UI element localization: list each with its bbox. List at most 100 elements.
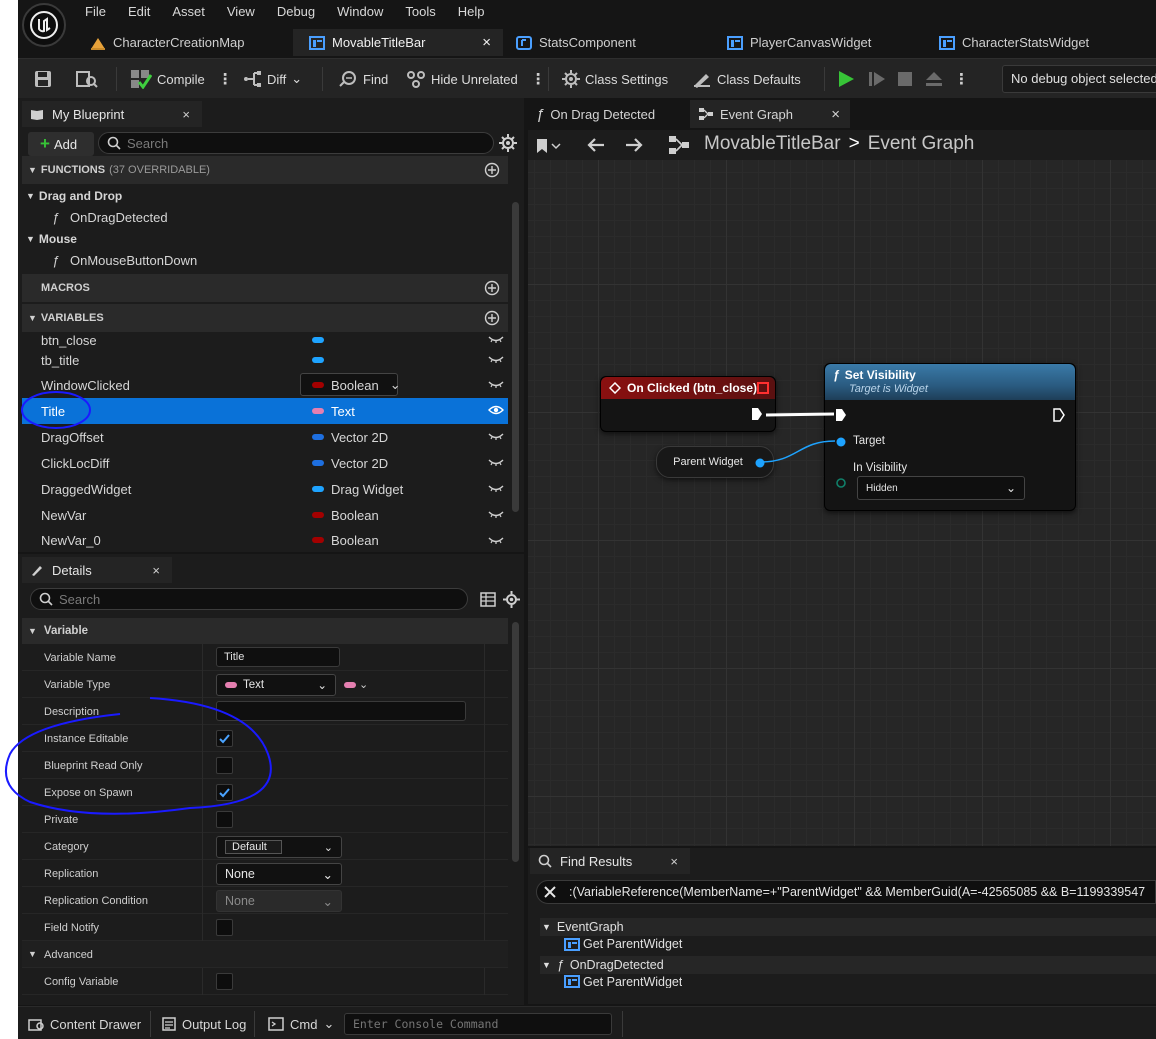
find-query-input[interactable]: :(VariableReference(MemberName=+"ParentW…	[536, 880, 1156, 904]
breadcrumb-root[interactable]: MovableTitleBar	[704, 133, 841, 155]
functions-count: (37 OVERRIDABLE)	[109, 164, 210, 176]
menu-debug[interactable]: Debug	[266, 0, 326, 24]
result-item[interactable]: Get ParentWidget	[564, 975, 682, 988]
tab-my-blueprint[interactable]: My Blueprint ×	[22, 101, 202, 127]
menu-window[interactable]: Window	[326, 0, 394, 24]
clear-x-icon[interactable]	[543, 885, 557, 899]
find-results-panel: Find Results × :(VariableReference(Membe…	[528, 848, 1156, 1004]
advanced-section-header[interactable]: ▼ Advanced	[22, 941, 508, 968]
table-view-icon[interactable]	[480, 592, 496, 607]
settings-gear-icon[interactable]	[503, 591, 520, 608]
hide-unrelated-options-icon[interactable]: ⋮	[531, 70, 546, 88]
menu-file[interactable]: File	[74, 0, 117, 24]
forward-arrow-icon[interactable]	[624, 136, 644, 154]
eye-closed-icon[interactable]	[488, 509, 504, 519]
event-graph-canvas[interactable]: On Clicked (btn_close) Parent Widget ƒ S…	[528, 98, 1156, 846]
config-variable-checkbox[interactable]	[216, 973, 233, 990]
output-log-button[interactable]: Output Log	[162, 1013, 246, 1035]
replication-dropdown[interactable]: None ⌄	[216, 863, 342, 885]
tab-characterstatswidget[interactable]: CharacterStatsWidget	[923, 29, 1143, 56]
eye-closed-icon[interactable]	[488, 483, 504, 493]
container-type-dropdown[interactable]: ⌄	[344, 678, 368, 691]
close-icon[interactable]: ×	[182, 107, 190, 122]
close-icon[interactable]: ×	[831, 106, 840, 123]
variable-type-dropdown[interactable]: Text ⌄	[216, 674, 336, 696]
variable-name-field[interactable]: Title	[216, 647, 340, 667]
details-scrollbar[interactable]	[512, 622, 519, 862]
result-item[interactable]: Get ParentWidget	[564, 937, 682, 951]
menu-edit[interactable]: Edit	[117, 0, 161, 24]
close-icon[interactable]: ×	[670, 854, 678, 869]
event-graph-icon	[668, 135, 690, 155]
function-onmousebuttondown[interactable]: ƒ OnMouseButtonDown	[22, 247, 508, 273]
add-macro-icon[interactable]	[484, 280, 500, 296]
tab-statscomponent[interactable]: StatsComponent	[500, 29, 710, 56]
menu-asset[interactable]: Asset	[161, 0, 216, 24]
category-combo[interactable]: Default ⌄	[216, 836, 342, 858]
class-settings-button[interactable]: Class Settings	[562, 67, 668, 91]
blueprint-search-input[interactable]: Search	[98, 132, 494, 154]
back-arrow-icon[interactable]	[586, 136, 606, 154]
variable-draggedwidget[interactable]: DraggedWidget Drag Widget	[22, 476, 508, 502]
variable-btn-close[interactable]: btn_close	[22, 330, 508, 350]
details-search-input[interactable]: Search	[30, 588, 468, 610]
bookmark-icon[interactable]	[536, 138, 562, 154]
debug-object-selector[interactable]: No debug object selected	[1002, 65, 1156, 93]
my-blueprint-scrollbar[interactable]	[512, 202, 519, 512]
menu-tools[interactable]: Tools	[394, 0, 446, 24]
eye-closed-icon[interactable]	[488, 457, 504, 467]
eye-closed-icon[interactable]	[488, 354, 504, 364]
cmd-button[interactable]: Cmd ⌄	[268, 1013, 334, 1035]
result-group-ondragdetected[interactable]: ▼ ƒ OnDragDetected	[540, 956, 1156, 974]
save-button[interactable]	[34, 67, 52, 91]
close-icon[interactable]: ×	[152, 563, 160, 578]
play-options-button[interactable]: ⋮	[954, 67, 969, 91]
menu-view[interactable]: View	[216, 0, 266, 24]
close-icon[interactable]: ×	[482, 34, 491, 51]
compile-button[interactable]: Compile ⋮	[130, 67, 233, 91]
step-button[interactable]	[868, 67, 886, 91]
settings-gear-icon[interactable]	[499, 134, 517, 152]
class-defaults-button[interactable]: Class Defaults	[692, 67, 801, 91]
field-notify-checkbox[interactable]	[216, 919, 233, 936]
compile-options-icon[interactable]: ⋮	[218, 70, 233, 88]
diff-button[interactable]: Diff ⌄	[242, 67, 302, 91]
tab-movabletitlebar[interactable]: MovableTitleBar ×	[293, 29, 503, 56]
result-group-eventgraph[interactable]: ▼ EventGraph	[540, 918, 1156, 936]
add-function-icon[interactable]	[484, 162, 500, 178]
hide-unrelated-button[interactable]: Hide Unrelated ⋮	[406, 67, 546, 91]
functions-section-header[interactable]: ▼ FUNCTIONS (37 OVERRIDABLE)	[22, 156, 508, 184]
variable-type: Text	[312, 404, 355, 419]
tab-event-graph[interactable]: Event Graph ×	[690, 100, 850, 128]
find-button[interactable]: Find	[338, 67, 388, 91]
stop-button[interactable]	[897, 67, 913, 91]
content-drawer-button[interactable]: Content Drawer	[28, 1013, 141, 1035]
unreal-logo-icon[interactable]	[22, 3, 66, 47]
tab-playercanvaswidget[interactable]: PlayerCanvasWidget	[711, 29, 921, 56]
variable-clicklocdiff[interactable]: ClickLocDiff Vector 2D	[22, 450, 508, 476]
tab-find-results[interactable]: Find Results ×	[530, 848, 690, 874]
eye-closed-icon[interactable]	[488, 535, 504, 545]
variables-section-header[interactable]: ▼ VARIABLES	[22, 304, 508, 332]
variable-tb-title[interactable]: tb_title	[22, 350, 508, 370]
eject-button[interactable]	[924, 67, 944, 91]
collapse-arrow-icon: ▼	[542, 960, 551, 970]
group-label: OnDragDetected	[569, 958, 664, 972]
add-variable-icon[interactable]	[484, 310, 500, 326]
variable-section-header[interactable]: ▼ Variable	[22, 618, 508, 644]
eye-closed-icon[interactable]	[488, 431, 504, 441]
eye-closed-icon[interactable]	[488, 379, 504, 389]
add-button[interactable]: + Add	[28, 132, 94, 156]
tab-on-drag-detected[interactable]: ƒ On Drag Detected	[528, 100, 684, 128]
browse-button[interactable]	[76, 67, 98, 91]
eye-closed-icon[interactable]	[488, 334, 504, 344]
eye-open-icon[interactable]	[488, 404, 504, 416]
menu-help[interactable]: Help	[447, 0, 496, 24]
variable-newvar-0[interactable]: NewVar_0 Boolean	[22, 528, 508, 552]
console-command-input[interactable]	[344, 1013, 612, 1035]
tab-details[interactable]: Details ×	[22, 557, 172, 583]
tab-charactercreationmap[interactable]: CharacterCreationMap	[74, 29, 284, 56]
macros-section-header[interactable]: MACROS	[22, 274, 508, 302]
play-button[interactable]	[836, 67, 856, 91]
variable-newvar[interactable]: NewVar Boolean	[22, 502, 508, 528]
